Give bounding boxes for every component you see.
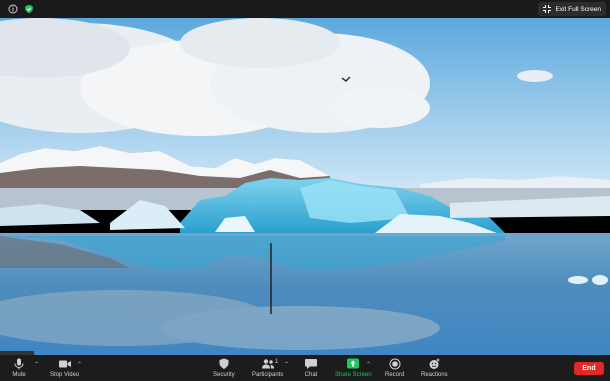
video-stage	[0, 18, 610, 355]
record-label: Record	[385, 372, 405, 378]
exit-full-screen-button[interactable]: Exit Full Screen	[538, 2, 606, 16]
shield-icon[interactable]	[24, 4, 34, 14]
audio-options-caret-icon[interactable]: ⌃	[34, 361, 39, 368]
reactions-button[interactable]: Reactions	[421, 358, 448, 378]
exit-full-screen-label: Exit Full Screen	[555, 5, 601, 13]
stop-video-button[interactable]: Stop Video	[50, 358, 79, 378]
share-screen-caret-icon[interactable]: ⌃	[366, 361, 371, 368]
end-meeting-button[interactable]: End	[574, 362, 604, 375]
record-button[interactable]: Record	[385, 358, 404, 378]
participants-caret-icon[interactable]: ⌃	[284, 361, 289, 368]
chat-label: Chat	[304, 372, 318, 378]
share-screen-label: Share Screen	[335, 372, 372, 378]
shield-icon	[219, 358, 229, 369]
reactions-label: Reactions	[421, 372, 448, 378]
info-icon[interactable]	[8, 4, 18, 14]
microphone-icon	[14, 358, 24, 370]
security-button[interactable]: Security	[213, 358, 235, 378]
participants-button[interactable]: Participants	[252, 358, 283, 378]
exit-fullscreen-icon	[543, 5, 552, 13]
video-camera-icon	[58, 360, 71, 368]
chat-icon	[305, 359, 317, 369]
top-bar: Exit Full Screen	[0, 0, 610, 18]
chat-button[interactable]: Chat	[304, 358, 318, 378]
participants-label: Participants	[252, 372, 284, 378]
stop-video-label: Stop Video	[50, 372, 80, 378]
mute-label: Mute	[12, 372, 26, 378]
video-options-caret-icon[interactable]: ⌃	[77, 361, 82, 368]
share-screen-icon	[347, 358, 360, 369]
emoji-icon	[429, 358, 440, 369]
mute-button[interactable]: Mute	[12, 358, 26, 378]
meeting-toolbar: Mute ⌃ Stop Video ⌃ Security Participant…	[0, 355, 610, 381]
record-icon	[389, 358, 401, 370]
participants-icon	[261, 359, 274, 369]
participants-count: 1	[275, 359, 279, 365]
video-feed	[0, 18, 610, 355]
security-label: Security	[213, 372, 235, 378]
